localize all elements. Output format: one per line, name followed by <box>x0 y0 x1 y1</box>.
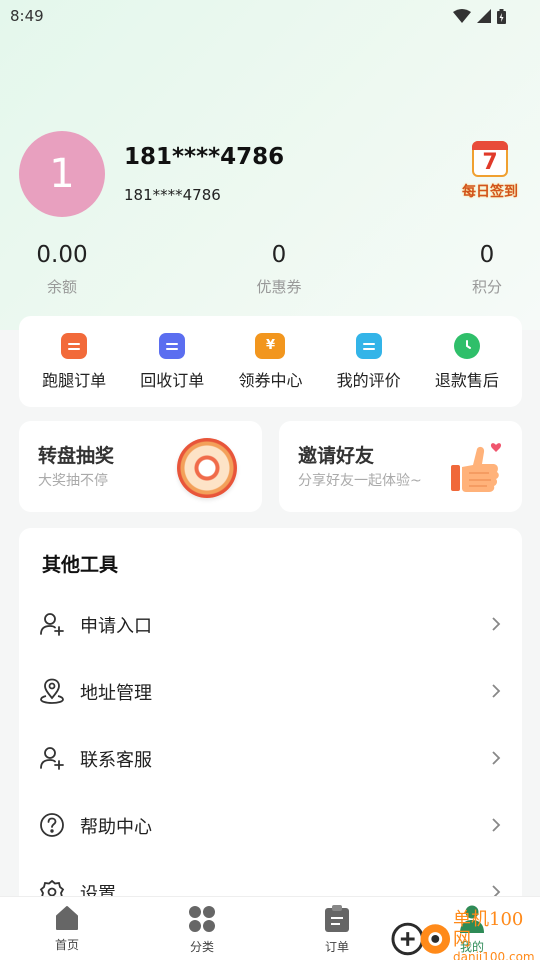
stat-label: 积分 <box>471 278 502 296</box>
help-question-icon <box>40 813 64 837</box>
watermark-logo <box>391 922 451 956</box>
signal-icon <box>477 9 491 23</box>
my-review-icon <box>355 332 382 359</box>
profile-header: 1 181****4786 181****4786 7 每日签到 <box>19 131 521 221</box>
stat-value: 0 <box>271 242 287 268</box>
checkin-label: 每日签到 <box>462 184 518 200</box>
tab-category[interactable]: 分类 <box>162 905 242 955</box>
user-name: 181****4786 <box>124 144 285 170</box>
user-add-icon <box>40 613 64 636</box>
tool-label: 联系客服 <box>80 750 152 771</box>
chevron-right-icon <box>492 684 501 698</box>
recycle-order-icon <box>159 332 186 359</box>
checkin-day: 7 <box>482 149 498 175</box>
watermark-small: danji100.com <box>453 950 535 960</box>
promo-title: 邀请好友 <box>298 445 375 467</box>
quick-recycle-order[interactable]: 回收订单 <box>126 332 218 391</box>
chevron-right-icon <box>492 818 501 832</box>
quick-label: 我的评价 <box>336 370 401 390</box>
chevron-right-icon <box>492 751 501 765</box>
stat-label: 余额 <box>46 278 77 296</box>
home-icon <box>56 906 78 930</box>
promo-lucky-wheel[interactable]: 转盘抽奖 大奖抽不停 <box>19 421 262 512</box>
errand-order-icon <box>61 332 88 359</box>
status-time: 8:49 <box>10 7 44 25</box>
coupon-center-icon: ¥ <box>255 332 286 359</box>
promo-subtitle: 大奖抽不停 <box>38 473 108 489</box>
tool-apply-entry[interactable]: 申请入口 <box>19 599 522 649</box>
tab-label: 订单 <box>324 940 349 954</box>
promo-title: 转盘抽奖 <box>38 445 115 467</box>
stat-coupons[interactable]: 0 优惠券 <box>219 242 339 297</box>
tool-address-management[interactable]: 地址管理 <box>19 666 522 716</box>
stat-points[interactable]: 0 积分 <box>427 242 540 297</box>
stat-label: 优惠券 <box>256 278 302 296</box>
status-bar: 8:49 <box>0 0 540 32</box>
promo-subtitle: 分享好友一起体验~ <box>298 473 422 489</box>
stat-balance[interactable]: 0.00 余额 <box>2 242 122 297</box>
tab-label: 首页 <box>54 938 79 952</box>
thumbs-up-icon <box>451 443 502 492</box>
stat-value: 0 <box>479 242 495 268</box>
tool-label: 帮助中心 <box>80 817 152 838</box>
quick-refund[interactable]: 退款售后 <box>421 332 513 391</box>
watermark-text: 单机100网 danji100.com <box>453 910 540 960</box>
wifi-icon <box>453 9 471 23</box>
category-grid-icon <box>189 906 215 932</box>
tab-label: 分类 <box>189 940 214 954</box>
quick-label: 领券中心 <box>238 370 303 390</box>
tool-customer-service[interactable]: 联系客服 <box>19 733 522 783</box>
quick-my-review[interactable]: 我的评价 <box>323 332 415 391</box>
refund-clock-icon <box>453 332 480 359</box>
customer-service-icon <box>40 747 64 770</box>
tools-title: 其他工具 <box>42 554 119 576</box>
tab-home[interactable]: 首页 <box>27 905 107 953</box>
tool-label: 地址管理 <box>80 683 152 704</box>
quick-label: 回收订单 <box>140 370 205 390</box>
quick-errand-order[interactable]: 跑腿订单 <box>28 332 120 391</box>
quick-label: 跑腿订单 <box>42 370 107 390</box>
quick-label: 退款售后 <box>434 370 499 390</box>
avatar[interactable]: 1 <box>19 131 105 217</box>
coupon-glyph: ¥ <box>265 338 275 353</box>
battery-icon <box>497 8 506 24</box>
tool-help-center[interactable]: 帮助中心 <box>19 800 522 850</box>
lucky-wheel-icon <box>177 438 237 498</box>
status-icons <box>453 8 506 24</box>
calendar-icon: 7 <box>472 141 508 177</box>
order-clipboard-icon <box>325 905 349 932</box>
user-phone: 181****4786 <box>124 186 221 204</box>
site-watermark: 单机100网 danji100.com <box>390 910 540 960</box>
daily-checkin-button[interactable]: 7 每日签到 <box>456 141 524 207</box>
account-stats: 0.00 余额 0 优惠券 0 积分 <box>0 242 540 302</box>
other-tools-card: 其他工具 申请入口 地址管理 联系客服 帮助中心 设置 <box>19 528 522 928</box>
stat-value: 0.00 <box>36 242 88 268</box>
tool-label: 申请入口 <box>80 616 152 637</box>
location-pin-icon <box>40 678 64 704</box>
promo-invite-friends[interactable]: 邀请好友 分享好友一起体验~ <box>279 421 522 512</box>
quick-actions-card: 跑腿订单 回收订单 ¥ 领券中心 我的评价 退款售后 <box>19 316 522 407</box>
watermark-big: 单机100网 <box>453 909 524 950</box>
tab-orders[interactable]: 订单 <box>297 905 377 955</box>
chevron-right-icon <box>492 617 501 631</box>
quick-coupon-center[interactable]: ¥ 领券中心 <box>224 332 316 391</box>
